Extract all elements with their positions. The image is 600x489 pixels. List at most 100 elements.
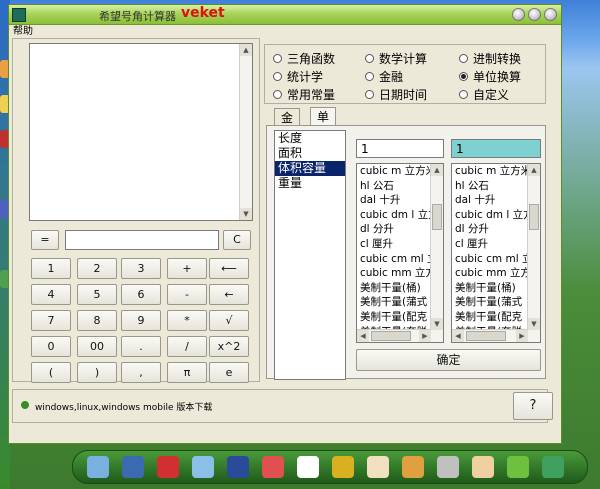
tab-unit-conversion[interactable]: 单位换算 bbox=[310, 107, 337, 178]
mode-radio[interactable]: 统计学 bbox=[273, 70, 323, 85]
key-button[interactable]: 9 bbox=[121, 310, 161, 331]
key-button[interactable]: ⟵ bbox=[209, 258, 249, 279]
key-button[interactable]: 8 bbox=[77, 310, 117, 331]
penguin-icon[interactable] bbox=[297, 456, 319, 478]
unit-list-hscrollbar[interactable]: ◀ ▶ bbox=[452, 329, 528, 342]
unit-item[interactable]: 美制干量(配克 bbox=[452, 310, 528, 325]
unit-item[interactable]: cubic dm l 立方 bbox=[357, 208, 431, 223]
unit-item[interactable]: cubic cm ml 立 bbox=[357, 252, 431, 267]
unit-item[interactable]: cubic cm ml 立 bbox=[452, 252, 528, 267]
unit-item[interactable]: dl 分升 bbox=[357, 222, 431, 237]
terminal-icon[interactable] bbox=[542, 456, 564, 478]
radio-dot-icon[interactable] bbox=[459, 54, 468, 63]
key-button[interactable]: π bbox=[167, 362, 207, 383]
help-button[interactable]: ? bbox=[513, 392, 553, 420]
key-button[interactable]: e bbox=[209, 362, 249, 383]
key-button[interactable]: ) bbox=[77, 362, 117, 383]
left-value-input[interactable]: 1 bbox=[356, 139, 444, 158]
unit-item[interactable]: hl 公石 bbox=[452, 179, 528, 194]
radio-dot-icon[interactable] bbox=[365, 90, 374, 99]
mode-radio[interactable]: 单位换算 bbox=[459, 70, 521, 85]
key-button[interactable]: + bbox=[167, 258, 207, 279]
monitor-icon[interactable] bbox=[122, 456, 144, 478]
maximize-button[interactable] bbox=[528, 8, 541, 21]
scroll-thumb[interactable] bbox=[371, 331, 411, 341]
scroll-thumb[interactable] bbox=[529, 204, 539, 230]
right-value-input[interactable]: 1 bbox=[451, 139, 541, 158]
unit-item[interactable]: dl 分升 bbox=[452, 222, 528, 237]
close-button[interactable] bbox=[544, 8, 557, 21]
unit-list-scrollbar[interactable]: ▲ ▼ bbox=[430, 164, 443, 342]
unit-item[interactable]: 美制干量(蒲式 bbox=[452, 295, 528, 310]
unit-list-scrollbar[interactable]: ▲ ▼ bbox=[527, 164, 540, 342]
left-unit-list[interactable]: cubic m 立方米 hl 公石 dal 十升 cubic dm l 立方 dl 分升… bbox=[356, 163, 444, 343]
key-button[interactable]: / bbox=[167, 336, 207, 357]
scroll-down-icon[interactable]: ▼ bbox=[240, 208, 252, 220]
key-button[interactable]: * bbox=[167, 310, 207, 331]
unit-item[interactable]: cubic m 立方米 bbox=[452, 164, 528, 179]
scroll-left-icon[interactable]: ◀ bbox=[452, 330, 464, 342]
radio-dot-icon[interactable] bbox=[273, 72, 282, 81]
expression-input[interactable] bbox=[65, 230, 219, 250]
radio-dot-icon[interactable] bbox=[365, 72, 374, 81]
scroll-up-icon[interactable]: ▲ bbox=[528, 164, 540, 176]
minimize-button[interactable] bbox=[512, 8, 525, 21]
clear-button[interactable]: C bbox=[223, 230, 251, 250]
scroll-thumb[interactable] bbox=[432, 204, 442, 230]
display-scrollbar[interactable]: ▲ ▼ bbox=[239, 44, 252, 220]
title-bar[interactable]: 希望号角计算器 veket bbox=[9, 5, 561, 25]
radio-dot-icon[interactable] bbox=[459, 72, 468, 81]
scroll-right-icon[interactable]: ▶ bbox=[419, 330, 431, 342]
key-button[interactable]: √ bbox=[209, 310, 249, 331]
key-button[interactable]: 3 bbox=[121, 258, 161, 279]
key-button[interactable]: ← bbox=[209, 284, 249, 305]
knife-icon[interactable] bbox=[437, 456, 459, 478]
notepad-icon[interactable] bbox=[192, 456, 214, 478]
mode-radio[interactable]: 日期时间 bbox=[365, 88, 427, 103]
equals-button[interactable]: = bbox=[31, 230, 59, 250]
unit-item[interactable]: cl 厘升 bbox=[452, 237, 528, 252]
menu-help[interactable]: 帮助 bbox=[13, 26, 33, 37]
key-button[interactable]: - bbox=[167, 284, 207, 305]
scroll-down-icon[interactable]: ▼ bbox=[528, 318, 540, 330]
mode-radio[interactable]: 进制转换 bbox=[459, 52, 521, 67]
category-item[interactable]: 长度 bbox=[275, 131, 345, 146]
category-list[interactable]: 长度 面积 体积容量 重量 bbox=[274, 130, 346, 380]
download-link[interactable]: windows,linux,windows mobile 版本下载 bbox=[35, 400, 212, 413]
confirm-button[interactable]: 确定 bbox=[356, 349, 541, 371]
scroll-down-icon[interactable]: ▼ bbox=[431, 318, 443, 330]
key-button[interactable]: , bbox=[121, 362, 161, 383]
key-button[interactable]: 7 bbox=[31, 310, 71, 331]
mode-radio[interactable]: 三角函数 bbox=[273, 52, 335, 67]
chat-icon[interactable] bbox=[157, 456, 179, 478]
unit-item[interactable]: dal 十升 bbox=[452, 193, 528, 208]
unit-item[interactable]: dal 十升 bbox=[357, 193, 431, 208]
history-display[interactable]: ▲ ▼ bbox=[29, 43, 253, 221]
key-button[interactable]: 6 bbox=[121, 284, 161, 305]
scroll-left-icon[interactable]: ◀ bbox=[357, 330, 369, 342]
unit-item[interactable]: cubic m 立方米 bbox=[357, 164, 431, 179]
unit-item[interactable]: cl 厘升 bbox=[357, 237, 431, 252]
scroll-right-icon[interactable]: ▶ bbox=[516, 330, 528, 342]
radio-dot-icon[interactable] bbox=[365, 54, 374, 63]
key-button[interactable]: 00 bbox=[77, 336, 117, 357]
photos-icon[interactable] bbox=[367, 456, 389, 478]
right-unit-list[interactable]: cubic m 立方米 hl 公石 dal 十升 cubic dm l 立方 dl 分升… bbox=[451, 163, 541, 343]
scroll-up-icon[interactable]: ▲ bbox=[431, 164, 443, 176]
folder-icon[interactable] bbox=[332, 456, 354, 478]
help-icon[interactable] bbox=[507, 456, 529, 478]
image-viewer-icon[interactable] bbox=[87, 456, 109, 478]
mode-radio[interactable]: 数学计算 bbox=[365, 52, 427, 67]
category-item[interactable]: 重量 bbox=[275, 176, 345, 191]
unit-list-hscrollbar[interactable]: ◀ ▶ bbox=[357, 329, 431, 342]
mode-radio[interactable]: 金融 bbox=[365, 70, 403, 85]
mode-radio[interactable]: 常用常量 bbox=[273, 88, 335, 103]
paint-icon[interactable] bbox=[402, 456, 424, 478]
scroll-thumb[interactable] bbox=[466, 331, 506, 341]
key-button[interactable]: . bbox=[121, 336, 161, 357]
unit-item[interactable]: 美制干量(桶) bbox=[357, 281, 431, 296]
key-button[interactable]: 2 bbox=[77, 258, 117, 279]
unit-item[interactable]: cubic mm 立方 bbox=[357, 266, 431, 281]
radio-dot-icon[interactable] bbox=[273, 90, 282, 99]
key-button[interactable]: 4 bbox=[31, 284, 71, 305]
